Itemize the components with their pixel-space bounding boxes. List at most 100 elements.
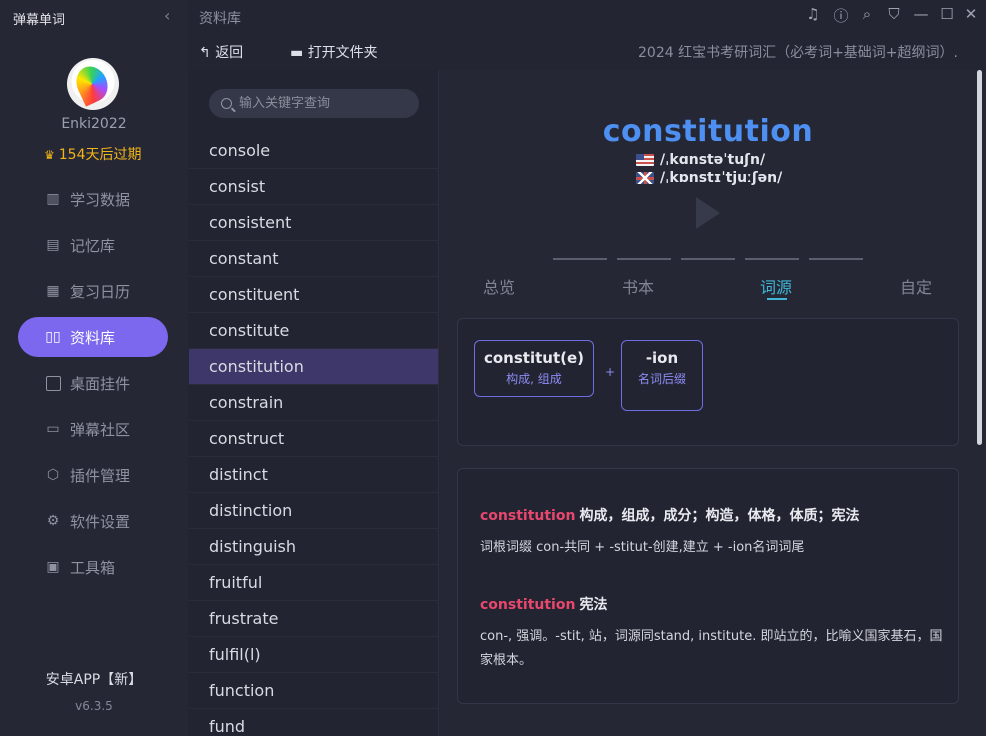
nav-item-label: 桌面挂件 [70, 374, 131, 393]
word-list-item[interactable]: console [189, 133, 438, 169]
morpheme-meaning: 构成, 组成 [506, 372, 562, 386]
nav-item-label: 弹幕社区 [70, 420, 131, 439]
etymology-gloss: 宪法 [579, 597, 608, 613]
minimize-icon[interactable]: — [912, 5, 930, 23]
android-app-link[interactable]: 安卓APP【新】 [0, 669, 188, 689]
sidebar: 弹幕单词 ‹ Enki2022 ♛ 154天后过期 ▥ 学习数据 ▤ 记忆库 ▦ 复习日… [0, 0, 188, 736]
close-icon[interactable]: ✕ [962, 5, 980, 23]
vip-status-label: 154天后过期 [58, 147, 142, 163]
word-list-item[interactable]: constituent [189, 277, 438, 313]
divider [745, 258, 799, 260]
nav-item-library[interactable]: ▯▯ 资料库 [18, 317, 168, 357]
morpheme-suffix[interactable]: -ion 名词后缀 [621, 340, 703, 411]
nav-item-toolbox[interactable]: ▣ 工具箱 [18, 547, 168, 587]
avatar[interactable] [67, 58, 119, 110]
calendar-icon: ▦ [46, 283, 60, 299]
morpheme-card: constitut(e) 构成, 组成 + -ion 名词后缀 [457, 318, 959, 446]
maximize-icon[interactable]: ☐ [938, 5, 956, 23]
phonetic-uk-text: /ˌkɒnstɪˈtjuːʃən/ [660, 170, 783, 186]
word-list-item[interactable]: fund [189, 709, 438, 736]
nav-item-settings[interactable]: ⚙ 软件设置 [18, 501, 168, 541]
word-list-item[interactable]: construct [189, 421, 438, 457]
morpheme-part: -ion [645, 349, 679, 367]
cube-icon: ⬡ [46, 467, 60, 483]
word-list-item[interactable]: fruitful [189, 565, 438, 601]
widget-icon [44, 374, 62, 392]
word-list-item[interactable]: distinguish [189, 529, 438, 565]
word-list-item[interactable]: frustrate [189, 601, 438, 637]
tab-overview[interactable]: 总览 [483, 274, 515, 298]
username: Enki2022 [61, 116, 127, 132]
tab-custom[interactable]: 自定 [900, 274, 932, 298]
morpheme-meaning: 名词后缀 [637, 372, 686, 386]
word-list-panel: consoleconsistconsistentconstantconstitu… [189, 70, 439, 736]
nav-item-plugins[interactable]: ⬡ 插件管理 [18, 455, 168, 495]
word-list-item[interactable]: consistent [189, 205, 438, 241]
nav-item-label: 软件设置 [70, 512, 131, 531]
divider [681, 258, 735, 260]
skin-icon[interactable]: ⛉ [885, 5, 903, 23]
scrollbar[interactable] [977, 70, 982, 445]
chat-icon: ▭ [46, 421, 60, 437]
word-list-item[interactable]: constrain [189, 385, 438, 421]
headword: constitution [602, 114, 814, 149]
open-folder-button[interactable]: ▬ 打开文件夹 [290, 42, 378, 62]
word-list-item[interactable]: fulfil(l) [189, 637, 438, 673]
etymology-text: con-, 强调。-stit, 站，词源同stand, institute. 即… [480, 629, 943, 668]
word-detail-panel: constitution /ˌkɑnstəˈtuʃn/ /ˌkɒnstɪˈtju… [440, 70, 986, 736]
etymology-word: constitution [480, 508, 576, 524]
us-flag-icon [636, 154, 654, 166]
word-list-item[interactable]: function [189, 673, 438, 709]
word-list-item[interactable]: constitution [189, 349, 438, 385]
word-list-item[interactable]: distinct [189, 457, 438, 493]
bar-chart-icon: ▥ [46, 191, 60, 207]
word-list-item[interactable]: distinction [189, 493, 438, 529]
nav-item-memory-bank[interactable]: ▤ 记忆库 [18, 225, 168, 265]
vip-status[interactable]: ♛ 154天后过期 [44, 144, 142, 164]
morpheme-root[interactable]: constitut(e) 构成, 组成 [474, 340, 594, 397]
phonetic-uk[interactable]: /ˌkɒnstɪˈtjuːʃən/ [636, 170, 782, 186]
active-tab-indicator [767, 298, 787, 300]
nav-item-label: 复习日历 [70, 282, 131, 301]
gear-icon: ⚙ [46, 513, 60, 529]
toolbox-icon: ▣ [46, 559, 60, 575]
version-label: v6.3.5 [75, 699, 113, 713]
tab-etymology[interactable]: 词源 [760, 274, 792, 298]
uk-flag-icon [636, 172, 654, 184]
back-button[interactable]: ↰ 返回 [199, 42, 243, 62]
plus-sign: + [605, 365, 616, 379]
play-icon[interactable] [696, 197, 720, 229]
app-title: 弹幕单词 [13, 13, 66, 28]
etymology-heading: constitution 构成，组成，成分；构造，体格，体质；宪法 [480, 505, 859, 525]
tab-book[interactable]: 书本 [622, 274, 654, 298]
search-box[interactable] [209, 89, 419, 118]
nav-item-review-calendar[interactable]: ▦ 复习日历 [18, 271, 168, 311]
nav-item-label: 资料库 [70, 328, 116, 347]
breadcrumb: 资料库 [199, 11, 241, 27]
book-title: 2024 红宝书考研词汇（必考词+基础词+超纲词）. [638, 45, 958, 61]
phonetic-us[interactable]: /ˌkɑnstəˈtuʃn/ [636, 152, 765, 168]
phonetic-us-text: /ˌkɑnstəˈtuʃn/ [660, 152, 766, 168]
bell-icon[interactable]: ♫ [804, 5, 822, 23]
etymology-card: constitution 构成，组成，成分；构造，体格，体质；宪法 词根词缀 co… [457, 468, 959, 704]
nav-item-label: 插件管理 [70, 466, 131, 485]
word-list-item[interactable]: constitute [189, 313, 438, 349]
search-input[interactable] [239, 96, 409, 111]
library-icon: ▯▯ [45, 329, 61, 345]
back-arrow-icon: ↰ [199, 45, 216, 61]
word-list-item[interactable]: constant [189, 241, 438, 277]
word-list-item[interactable]: consist [189, 169, 438, 205]
help-icon[interactable]: ⓘ [832, 5, 850, 26]
nav-item-desktop-widget[interactable]: 桌面挂件 [18, 363, 168, 403]
feather-logo-icon [70, 61, 114, 107]
back-label: 返回 [215, 45, 244, 61]
search-icon [221, 98, 232, 109]
chevron-left-icon[interactable]: ‹ [164, 6, 170, 25]
nav-item-study-data[interactable]: ▥ 学习数据 [18, 179, 168, 219]
divider [553, 258, 607, 260]
divider [809, 258, 863, 260]
nav-item-community[interactable]: ▭ 弹幕社区 [18, 409, 168, 449]
search-icon[interactable]: ⌕ [858, 5, 876, 23]
word-list: console consist consistent constant constitu… [189, 133, 438, 736]
morpheme-part: constitut(e) [483, 349, 585, 367]
